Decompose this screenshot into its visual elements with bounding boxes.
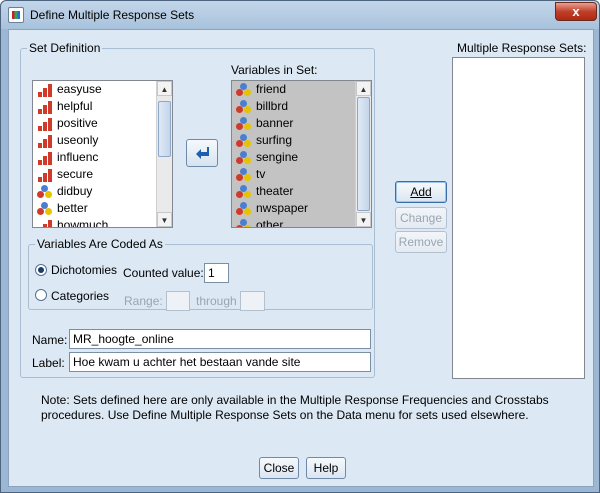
source-variable-list[interactable]: easyuse helpful positive useonly influenc sec… [32,80,173,228]
variable-name: surfing [256,133,293,147]
list-item[interactable]: sengine [232,149,371,166]
list-item[interactable]: friend [232,81,371,98]
add-button[interactable]: Add [395,181,447,203]
variable-name: nwspaper [256,201,309,215]
nominal-icon [236,168,252,182]
multiple-response-sets-label: Multiple Response Sets: [457,41,587,55]
nominal-icon [37,202,53,216]
scale-icon [37,100,53,114]
categories-radio[interactable] [35,289,47,301]
nominal-icon [236,100,252,114]
move-arrow-icon [196,147,209,159]
variable-name: theater [256,184,294,198]
list-item[interactable]: didbuy [33,183,172,200]
variables-in-set-items: friend billbrd banner surfing sengine tv theat… [232,81,371,228]
through-label: through [196,294,237,308]
nominal-icon [236,151,252,165]
name-label: Name: [32,333,68,347]
list-item[interactable]: useonly [33,132,172,149]
label-label: Label: [32,356,65,370]
variable-name: banner [256,116,294,130]
set-definition-label: Set Definition [27,41,103,55]
scale-icon [37,151,53,165]
list-item[interactable]: easyuse [33,81,172,98]
nominal-icon [236,117,252,131]
variable-name: friend [256,82,287,96]
scroll-up-icon[interactable]: ▲ [157,81,172,96]
variable-name: sengine [256,150,299,164]
nominal-icon [236,134,252,148]
list-item[interactable]: theater [232,183,371,200]
scale-icon [37,134,53,148]
nominal-icon [37,185,53,199]
range-label: Range: [124,294,163,308]
scroll-thumb[interactable] [158,101,171,157]
range-to-field[interactable] [240,291,265,311]
list-item[interactable]: other [232,217,371,228]
variable-name: easyuse [57,82,102,96]
set-name-field[interactable]: MR_hoogte_online [69,329,371,349]
variable-name: better [57,201,88,215]
list-item[interactable]: positive [33,115,172,132]
list-item[interactable]: surfing [232,132,371,149]
list-item[interactable]: secure [33,166,172,183]
variable-name: howmuch [57,218,109,228]
counted-value-label: Counted value: [123,266,204,280]
nominal-icon [236,202,252,216]
title-bar[interactable]: Define Multiple Response Sets x [1,1,599,29]
source-list-scrollbar[interactable]: ▲ ▼ [156,81,172,227]
list-item[interactable]: influenc [33,149,172,166]
move-variable-button[interactable] [186,139,218,167]
scale-icon [37,219,53,227]
scale-icon [37,168,53,182]
scroll-down-icon[interactable]: ▼ [157,212,172,227]
scroll-up-icon[interactable]: ▲ [356,81,371,96]
scroll-down-icon[interactable]: ▼ [356,212,371,227]
variable-name: didbuy [57,184,93,198]
dichotomies-label[interactable]: Dichotomies [51,263,117,277]
variable-name: billbrd [256,99,289,113]
variable-name: other [256,218,284,228]
variables-in-set-label: Variables in Set: [231,63,318,77]
source-variable-items: easyuse helpful positive useonly influenc sec… [33,81,172,228]
scroll-thumb[interactable] [357,97,370,211]
nominal-icon [236,185,252,199]
nominal-icon [236,219,252,227]
set-label-field[interactable]: Hoe kwam u achter het bestaan vande site [69,352,371,372]
range-from-field[interactable] [166,291,190,311]
multiple-response-sets-list[interactable] [452,57,585,379]
list-item[interactable]: howmuch [33,217,172,228]
counted-value-field[interactable]: 1 [204,263,229,283]
set-list-scrollbar[interactable]: ▲ ▼ [355,81,371,227]
scale-icon [37,117,53,131]
app-icon [8,7,24,23]
coded-as-label: Variables Are Coded As [35,237,165,251]
list-item[interactable]: billbrd [232,98,371,115]
list-item[interactable]: tv [232,166,371,183]
dialog-client-area: Set Definition easyuse helpful positive use… [8,29,594,487]
window-title: Define Multiple Response Sets [30,8,195,22]
change-button[interactable]: Change [395,207,447,229]
variable-name: tv [256,167,266,181]
scale-icon [37,83,53,97]
categories-label[interactable]: Categories [51,289,109,303]
list-item[interactable]: helpful [33,98,172,115]
nominal-icon [236,83,252,97]
remove-button[interactable]: Remove [395,231,447,253]
list-item[interactable]: banner [232,115,371,132]
list-item[interactable]: nwspaper [232,200,371,217]
help-button[interactable]: Help [306,457,346,479]
window-close-button[interactable]: x [555,2,597,21]
note-text: Note: Sets defined here are only availab… [41,393,549,422]
variable-name: useonly [57,133,99,147]
variables-in-set-list[interactable]: friend billbrd banner surfing sengine tv theat… [231,80,372,228]
dialog-window: Define Multiple Response Sets x Set Defi… [0,0,600,493]
variable-name: secure [57,167,94,181]
variable-name: positive [57,116,98,130]
variable-name: influenc [57,150,99,164]
list-item[interactable]: better [33,200,172,217]
dichotomies-radio[interactable] [35,264,47,276]
variable-name: helpful [57,99,93,113]
close-button[interactable]: Close [259,457,299,479]
